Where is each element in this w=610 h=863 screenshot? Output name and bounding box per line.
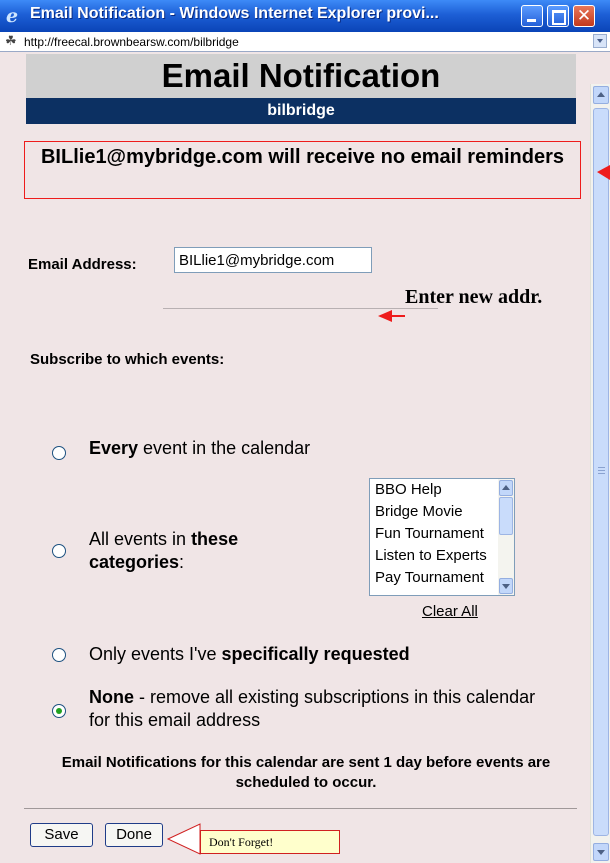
address-dropdown-icon[interactable] <box>593 34 607 48</box>
radio-every-event[interactable] <box>52 446 66 460</box>
subscribe-label: Subscribe to which events: <box>30 351 225 368</box>
close-icon: ✕ <box>576 6 592 26</box>
scroll-thumb[interactable] <box>593 108 609 836</box>
option-none-label: None - remove all existing subscriptions… <box>89 687 536 730</box>
scroll-up-icon[interactable] <box>593 86 609 104</box>
radio-specific[interactable] <box>52 648 66 662</box>
option-categories-label: All events in these categories: <box>89 529 239 572</box>
scroll-up-icon[interactable] <box>499 480 513 496</box>
footnote: Email Notifications for this calendar ar… <box>61 754 551 791</box>
option-every-label: Every event in the calendar <box>89 438 311 458</box>
done-button[interactable]: Done <box>105 823 163 847</box>
title-bar: e Email Notification - Windows Internet … <box>0 0 610 32</box>
list-item[interactable]: Listen to Experts <box>370 545 514 567</box>
page-icon: ☘ <box>5 33 17 48</box>
list-item[interactable]: Pay Tournament <box>370 567 514 589</box>
list-item[interactable]: Fun Tournament <box>370 523 514 545</box>
divider <box>163 308 438 309</box>
option-specific-label: Only events I've specifically requested <box>89 644 410 664</box>
url-text: http://freecal.brownbearsw.com/bilbridge <box>24 35 239 49</box>
radio-none[interactable] <box>52 704 66 718</box>
window-title: Email Notification - Windows Internet Ex… <box>30 5 439 22</box>
notice-message: BILlie1@mybridge.com will receive no ema… <box>24 141 581 199</box>
ie-logo-icon: e <box>6 5 19 27</box>
page-scrollbar[interactable] <box>590 84 610 863</box>
categories-listbox[interactable]: BBO Help Bridge Movie Fun Tournament Lis… <box>369 478 515 596</box>
minimize-button[interactable] <box>521 5 543 27</box>
scroll-down-icon[interactable] <box>593 843 609 861</box>
enter-new-address-annotation: Enter new addr. <box>405 286 543 308</box>
address-bar[interactable]: ☘ http://freecal.brownbearsw.com/bilbrid… <box>0 32 610 52</box>
close-button[interactable]: ✕ <box>573 5 595 27</box>
calendar-name: bilbridge <box>26 98 576 124</box>
list-item[interactable]: Bridge Movie <box>370 501 514 523</box>
clear-all-link[interactable]: Clear All <box>422 603 478 620</box>
grip-icon <box>598 467 605 475</box>
list-item[interactable]: BBO Help <box>370 479 514 501</box>
divider <box>24 808 577 809</box>
scroll-down-icon[interactable] <box>499 578 513 594</box>
radio-categories[interactable] <box>52 544 66 558</box>
maximize-button[interactable] <box>547 5 569 27</box>
email-input[interactable] <box>174 247 372 273</box>
page-title: Email Notification <box>161 57 441 94</box>
email-label: Email Address: <box>28 256 137 273</box>
dont-forget-annotation: Don't Forget! <box>200 830 340 854</box>
scroll-thumb[interactable] <box>499 497 513 535</box>
save-button[interactable]: Save <box>30 823 93 847</box>
listbox-scrollbar[interactable] <box>498 479 514 595</box>
page-header: Email Notification <box>26 54 576 98</box>
